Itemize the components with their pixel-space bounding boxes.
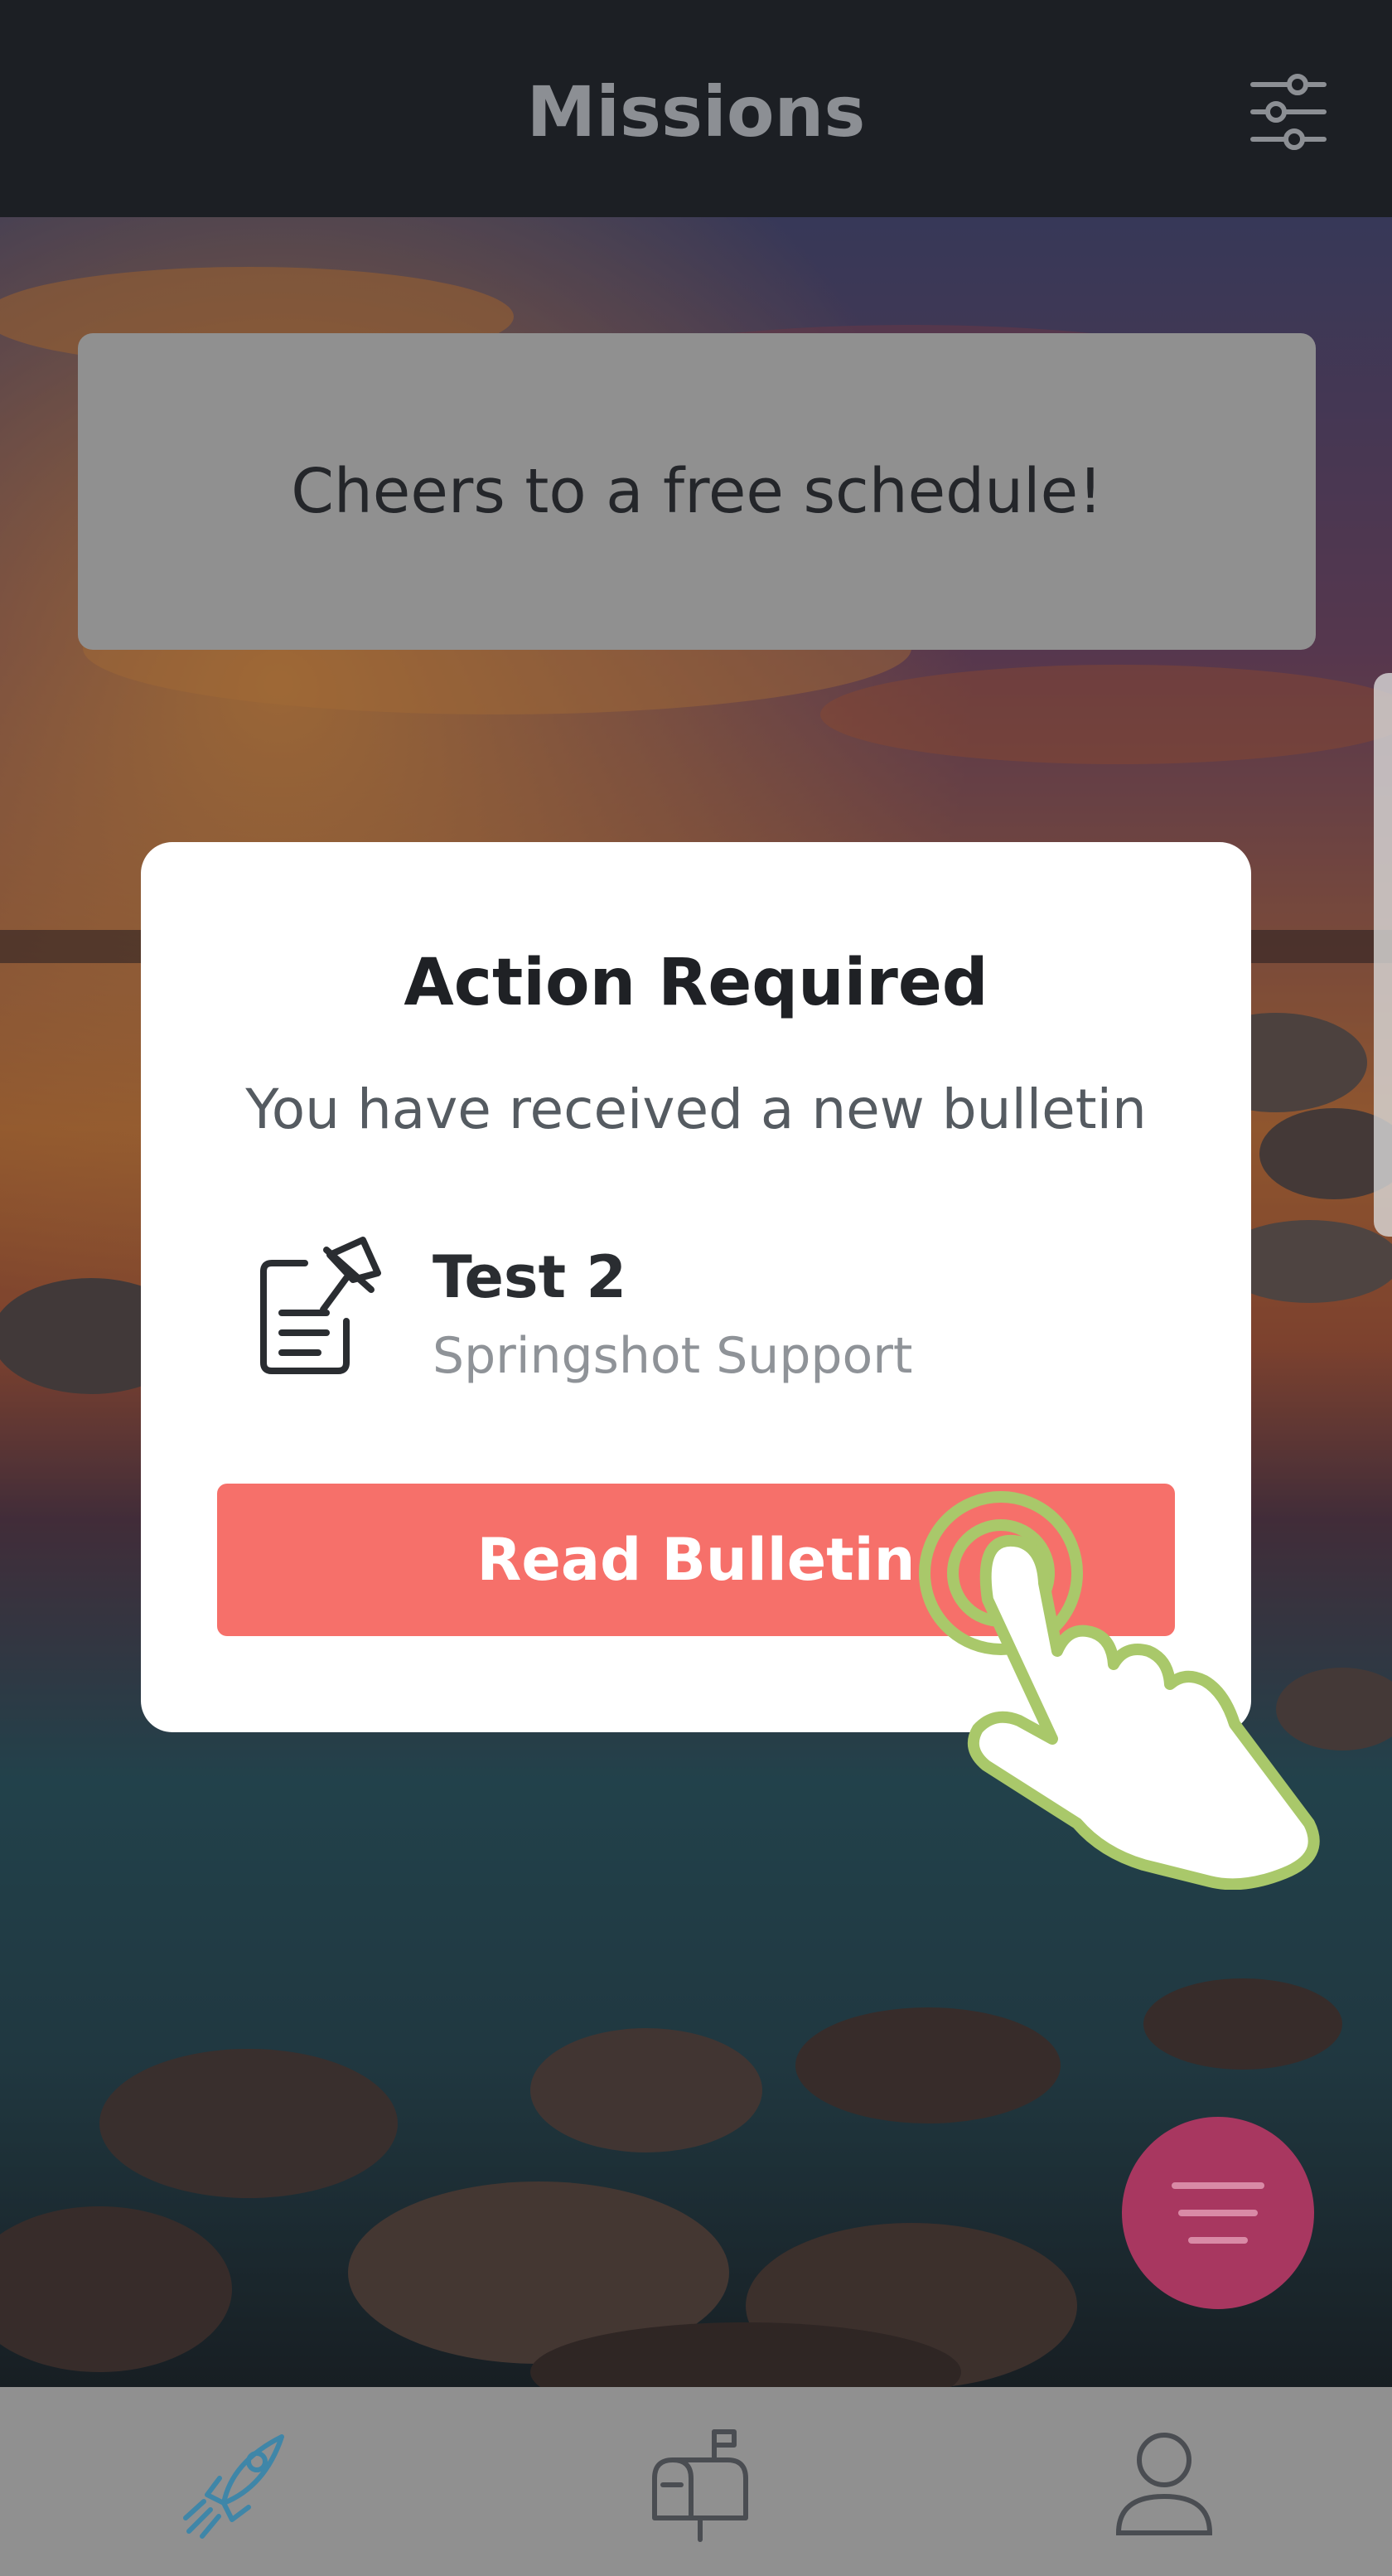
- rocket-icon: [183, 2434, 284, 2539]
- side-drawer-handle[interactable]: [1374, 673, 1392, 1237]
- nav-missions[interactable]: [174, 2420, 298, 2545]
- bottom-navigation: [0, 2387, 1392, 2576]
- dialog-subtitle: You have received a new bulletin: [245, 1077, 1147, 1141]
- menu-lines-icon: [1172, 2182, 1264, 2244]
- top-app-bar: Missions: [0, 0, 1392, 217]
- dialog-title: Action Required: [404, 946, 988, 1020]
- nav-bulletins[interactable]: [638, 2420, 762, 2545]
- sliders-icon: [1250, 74, 1327, 150]
- banner-text: Cheers to a free schedule!: [291, 456, 1103, 527]
- filter-button[interactable]: [1243, 66, 1334, 157]
- menu-fab-button[interactable]: [1122, 2117, 1314, 2309]
- schedule-banner: Cheers to a free schedule!: [78, 333, 1316, 650]
- bulletin-pin-icon: [247, 1230, 388, 1387]
- mailbox-icon: [652, 2429, 748, 2542]
- profile-icon: [1115, 2433, 1213, 2535]
- bulletin-sender: Springshot Support: [433, 1327, 913, 1385]
- tap-hint-hand-icon: [895, 1475, 1342, 1891]
- screen: Missions Cheers to a free schedule! Acti…: [0, 0, 1392, 2576]
- nav-profile[interactable]: [1102, 2420, 1226, 2545]
- bulletin-name: Test 2: [433, 1243, 627, 1311]
- page-title: Missions: [526, 71, 866, 153]
